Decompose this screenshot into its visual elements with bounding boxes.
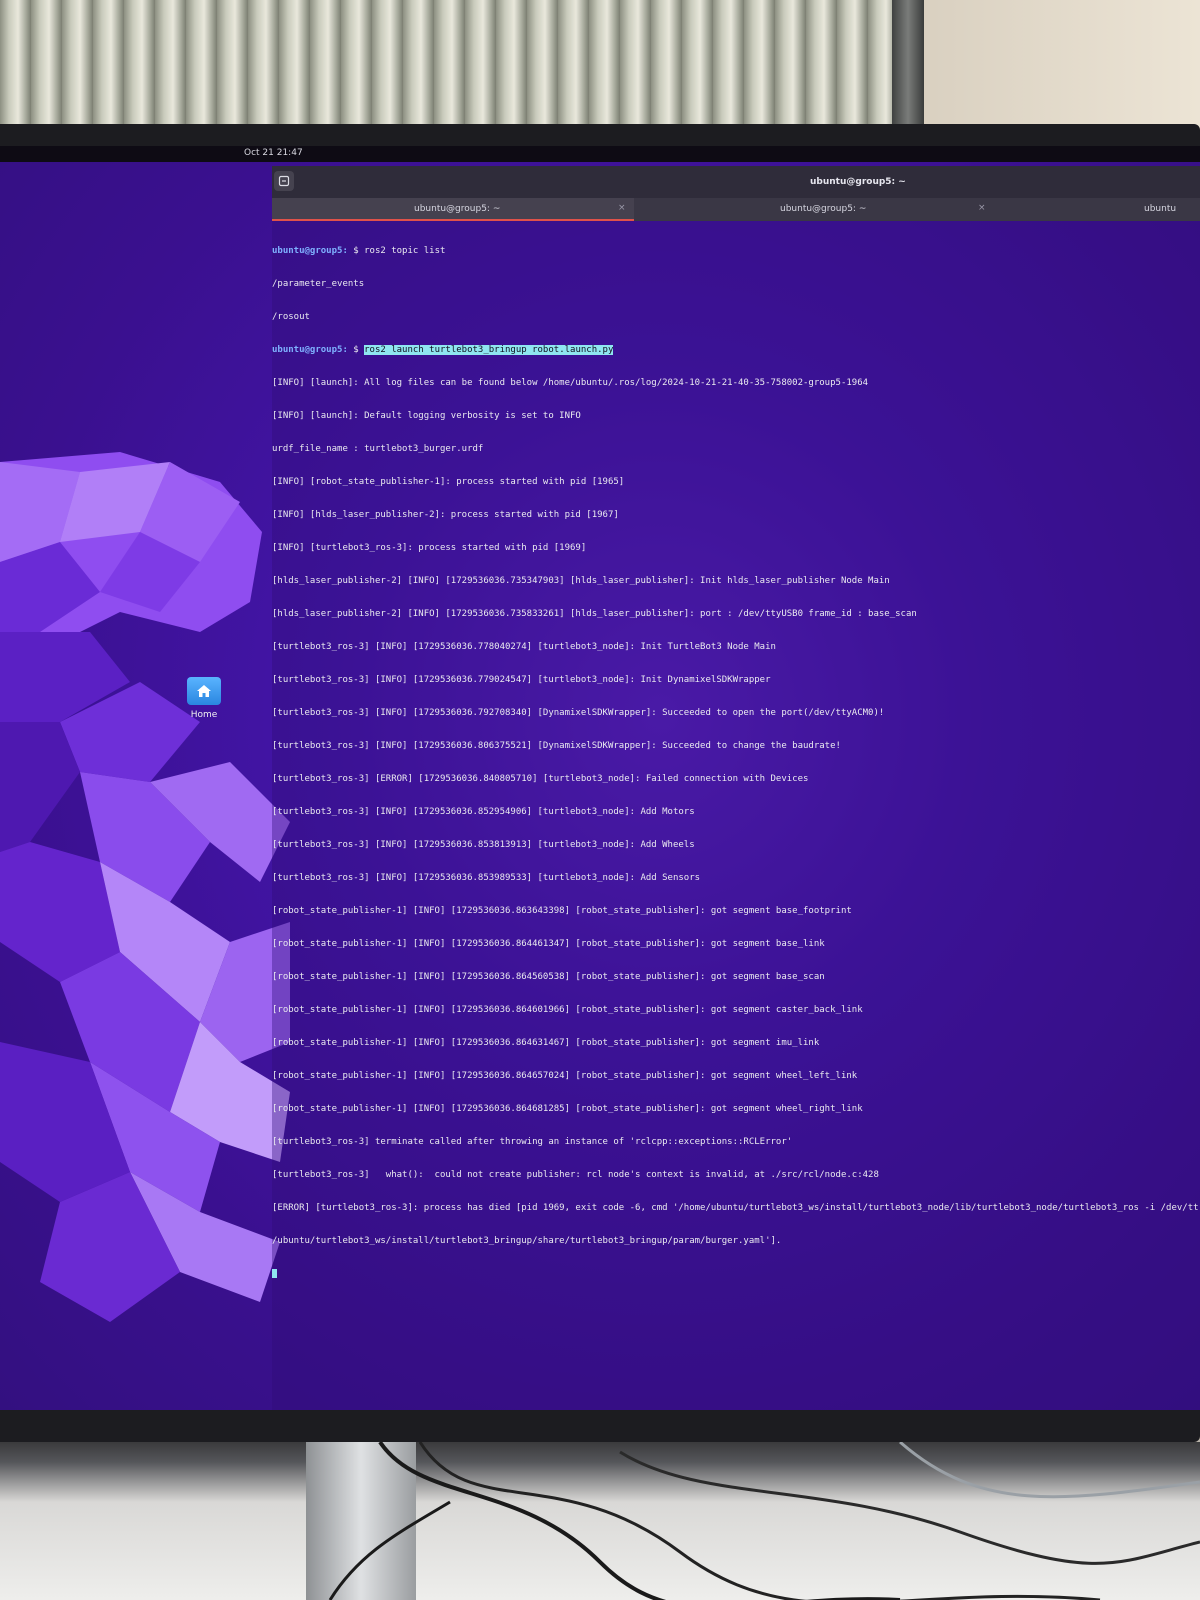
log-line: [turtlebot3_ros-3] [INFO] [1729536036.77… xyxy=(272,642,776,652)
terminal-window[interactable]: ubuntu@group5: ~ ubuntu@group5: ~ × ubun… xyxy=(272,166,1200,1410)
tab-2-close-icon[interactable]: × xyxy=(978,203,986,213)
log-line: [turtlebot3_ros-3] [INFO] [1729536036.80… xyxy=(272,741,841,751)
tab-2-label: ubuntu@group5: ~ xyxy=(780,204,867,214)
log-line: [turtlebot3_ros-3] [INFO] [1729536036.85… xyxy=(272,840,695,850)
log-line: [robot_state_publisher-1] [INFO] [172953… xyxy=(272,1104,863,1114)
home-label: Home xyxy=(190,710,218,720)
tab-3-label: ubuntu xyxy=(1144,204,1177,214)
tab-bar: ubuntu@group5: ~ × ubuntu@group5: ~ × ub… xyxy=(272,198,1200,221)
selected-command-text: ros2 launch turtlebot3_bringup robot.lau… xyxy=(364,345,614,355)
cursor-line xyxy=(272,1269,1200,1280)
command-text: ros2 topic list xyxy=(364,246,446,256)
log-line: /ubuntu/turtlebot3_ws/install/turtlebot3… xyxy=(272,1236,782,1246)
log-line: [INFO] [turtlebot3_ros-3]: process start… xyxy=(272,543,587,553)
text-cursor xyxy=(272,1269,277,1278)
log-line: [turtlebot3_ros-3] [INFO] [1729536036.79… xyxy=(272,708,885,718)
wall xyxy=(905,0,1200,135)
log-line: [turtlebot3_ros-3] [INFO] [1729536036.85… xyxy=(272,873,701,883)
log-line: [robot_state_publisher-1] [INFO] [172953… xyxy=(272,939,825,949)
log-line: [INFO] [hlds_laser_publisher-2]: process… xyxy=(272,510,619,520)
terminal-header-bar: ubuntu@group5: ~ xyxy=(272,166,1200,198)
log-line: [INFO] [launch]: Default logging verbosi… xyxy=(272,411,581,421)
log-line: urdf_file_name : turtlebot3_burger.urdf xyxy=(272,444,484,454)
log-line: [robot_state_publisher-1] [INFO] [172953… xyxy=(272,1005,863,1015)
window-title: ubuntu@group5: ~ xyxy=(810,177,906,187)
log-line: [INFO] [launch]: All log files can be fo… xyxy=(272,378,869,388)
log-line: [robot_state_publisher-1] [INFO] [172953… xyxy=(272,1071,858,1081)
terminal-line: ubuntu@group5: $ ros2 topic list xyxy=(272,246,1200,257)
screen: Oct 21 21:47 Home ubuntu@group5: ~ ubunt… xyxy=(0,146,1200,1410)
prompt-tail: $ xyxy=(347,246,365,256)
log-line: [turtlebot3_ros-3] [INFO] [1729536036.85… xyxy=(272,807,695,817)
log-line: [hlds_laser_publisher-2] [INFO] [1729536… xyxy=(272,609,917,619)
terminal-line: ubuntu@group5: $ ros2 launch turtlebot3_… xyxy=(272,345,1200,356)
pole xyxy=(892,0,924,135)
log-line: [ERROR] [turtlebot3_ros-3]: process has … xyxy=(272,1203,1199,1213)
tab-1[interactable]: ubuntu@group5: ~ × xyxy=(272,198,634,221)
terminal-line: /parameter_events xyxy=(272,279,365,289)
tab-3[interactable]: ubuntu xyxy=(994,198,1200,221)
log-line: [turtlebot3_ros-3] [ERROR] [1729536036.8… xyxy=(272,774,809,784)
log-line: [robot_state_publisher-1] [INFO] [172953… xyxy=(272,1038,820,1048)
clock[interactable]: Oct 21 21:47 xyxy=(244,148,303,158)
prompt: ubuntu@group5: xyxy=(272,246,348,256)
log-line: [turtlebot3_ros-3] what(): could not cre… xyxy=(272,1170,879,1180)
tab-2[interactable]: ubuntu@group5: ~ × xyxy=(634,198,994,221)
prompt: ubuntu@group5: xyxy=(272,345,348,355)
top-bar: Oct 21 21:47 xyxy=(0,146,1200,162)
terminal-line: /rosout xyxy=(272,312,310,322)
jellyfish-wallpaper xyxy=(0,452,290,1322)
prompt-tail: $ xyxy=(347,345,365,355)
log-line: [turtlebot3_ros-3] [INFO] [1729536036.77… xyxy=(272,675,771,685)
log-line: [robot_state_publisher-1] [INFO] [172953… xyxy=(272,972,825,982)
terminal-output[interactable]: ubuntu@group5: $ ros2 topic list /parame… xyxy=(272,224,1200,1302)
log-line: [robot_state_publisher-1] [INFO] [172953… xyxy=(272,906,852,916)
log-line: [turtlebot3_ros-3] terminate called afte… xyxy=(272,1137,793,1147)
tab-1-close-icon[interactable]: × xyxy=(618,203,626,213)
terminal-tab-icon xyxy=(278,175,290,187)
log-line: [hlds_laser_publisher-2] [INFO] [1729536… xyxy=(272,576,890,586)
home-folder-icon xyxy=(187,677,221,705)
log-line: [INFO] [robot_state_publisher-1]: proces… xyxy=(272,477,625,487)
home-folder-shortcut[interactable]: Home xyxy=(186,677,222,727)
cables xyxy=(328,1442,1200,1600)
tab-1-label: ubuntu@group5: ~ xyxy=(414,204,501,214)
new-tab-button[interactable] xyxy=(274,171,294,191)
